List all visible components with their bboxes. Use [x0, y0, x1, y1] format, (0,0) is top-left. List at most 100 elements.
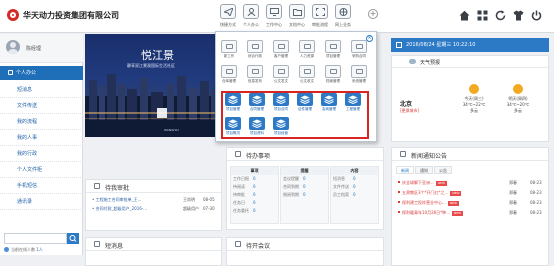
shirt-icon[interactable]	[513, 10, 525, 22]
app-new-work[interactable]: 新工作	[219, 40, 239, 60]
news-title[interactable]: 保利暖青年10月26日*种...	[402, 210, 450, 215]
todo-row[interactable]: 会议提醒 0	[281, 175, 328, 183]
quick-nav-online-business[interactable]: 网上业务	[332, 0, 354, 33]
change-city-link[interactable]: [更换城市]	[400, 108, 419, 114]
news-item[interactable]: 五肃教区3个*开门红*之... NEW 郑春 08-23	[398, 188, 546, 197]
app-warehouse[interactable]: 仓库管理	[219, 65, 239, 85]
todo-row[interactable]: 任务委托 0	[231, 207, 278, 215]
item-title[interactable]: • 工程施工合同审批单_王...	[92, 197, 141, 202]
power-icon[interactable]	[531, 10, 543, 22]
app-archive[interactable]: 档案管理	[323, 65, 343, 85]
app-label: 项目概况	[226, 131, 240, 135]
news-item[interactable]: 保利建工投炸营业中心... NEW 郑春 08-23	[398, 198, 546, 207]
news-title[interactable]: 五肃教区3个*开门红*之...	[402, 190, 448, 195]
app-info-publish[interactable]: 信息发布	[245, 65, 265, 85]
users-icon	[4, 247, 9, 252]
online-count[interactable]: 1人	[36, 247, 43, 252]
sidebar-item-messages[interactable]: 短消息	[0, 82, 83, 98]
todo-row[interactable]: 文件传送 0	[331, 183, 378, 191]
todo-row[interactable]: 合同到期 0	[281, 183, 328, 191]
todo-row[interactable]: 任务日 0	[231, 199, 278, 207]
item-title[interactable]: • 合同付款_超级用户_2016-...	[92, 206, 147, 211]
app-doc-send[interactable]: 公文发文	[271, 65, 291, 85]
list-item[interactable]: • 合同付款_超级用户_2016-... 超级用户 07-30	[92, 205, 220, 213]
todo-row[interactable]: 待审批 0	[231, 191, 278, 199]
app-project[interactable]: 项目管理	[323, 40, 343, 60]
news-title[interactable]: 保利建工投炸营业中心...	[402, 200, 446, 205]
app-crm[interactable]: 客户管理	[271, 40, 291, 60]
weather-title: 天气预报	[420, 60, 441, 66]
sidebar-item-my-hr[interactable]: 我的人事	[0, 130, 83, 146]
tab-announcement[interactable]: 公告	[434, 166, 452, 174]
app-label: 档案管理	[326, 79, 340, 83]
new-badge: NEW	[447, 201, 459, 206]
app-menu-popup: × 新工作 综合行政 客户管理 人力资源 项目管理 采购合同 仓库管理 信息发布…	[215, 31, 377, 142]
sidebar-item-sms[interactable]: 手机短信	[0, 178, 83, 194]
home-icon[interactable]	[459, 10, 471, 22]
app-icon	[225, 117, 241, 130]
app-negotiation[interactable]: 会商管理	[319, 93, 339, 113]
todo-row[interactable]: 员工档案 0	[331, 191, 378, 199]
sidebar-item-my-workflow[interactable]: 我的流程	[0, 114, 83, 130]
news-item[interactable]: 庆全球解下亚洲... NEW 郑春 08-23	[398, 178, 546, 187]
sidebar-item-my-admin[interactable]: 我的行政	[0, 146, 83, 162]
sidebar-item-contacts[interactable]: 通讯录	[0, 194, 83, 210]
app-icon	[221, 65, 237, 78]
app-icon	[297, 93, 313, 106]
panel-title: 短消息	[105, 243, 124, 250]
news-title[interactable]: 庆全球解下亚洲...	[402, 180, 434, 185]
app-icon	[273, 117, 289, 130]
sidebar-item-file-transfer[interactable]: 文件传送	[0, 98, 83, 114]
refresh-icon[interactable]	[495, 10, 507, 22]
monitor-icon	[266, 4, 282, 19]
list-item[interactable]: • 工程施工合同审批单_王... 王尚明 08-05	[92, 196, 220, 204]
avatar[interactable]	[6, 40, 20, 54]
quick-nav-personal[interactable]: 个人办公	[240, 0, 262, 33]
scan-icon	[312, 4, 328, 19]
search-button[interactable]	[67, 233, 79, 244]
tab-news[interactable]: 新闻	[396, 166, 414, 174]
app-icon	[247, 65, 263, 78]
app-project-docs[interactable]: 项目资料	[247, 117, 267, 137]
app-engineering[interactable]: 工程管理	[343, 93, 363, 113]
app-system[interactable]: 系统管理	[349, 65, 369, 85]
person-icon	[243, 4, 259, 19]
todo-row[interactable]: 短消息 0	[331, 175, 378, 183]
search-input[interactable]	[4, 233, 67, 244]
app-project-operation[interactable]: 项目经营	[271, 117, 291, 137]
app-project-overview[interactable]: 项目概况	[223, 117, 243, 137]
weather-header: 天气预报	[392, 56, 548, 68]
app-admin[interactable]: 综合行政	[245, 40, 265, 60]
promo-banner[interactable]: 悦江景 静享双江景观国际生活社区 WANGHAI	[85, 34, 222, 137]
panel-title: 待我审批	[105, 185, 130, 192]
todo-row[interactable]: 工作日报 0	[231, 175, 278, 183]
column-header: 提醒	[281, 167, 328, 175]
tab-notice[interactable]: 通知	[415, 166, 433, 174]
top-right-icons	[459, 10, 543, 22]
todo-row[interactable]: 待阅读 0	[231, 183, 278, 191]
grid-icon[interactable]	[477, 10, 489, 22]
todo-row[interactable]: 借阅到期 0	[281, 191, 328, 199]
sidebar-item-file-cabinet[interactable]: 个人文件柜	[0, 162, 83, 178]
app-certificate[interactable]: 证件管理	[295, 93, 315, 113]
quick-nav-shortcut[interactable]: 快捷方式	[217, 0, 239, 33]
app-icon	[321, 93, 337, 106]
quick-nav-documents[interactable]: 文档中心	[286, 0, 308, 33]
todo-column-content: 内容 短消息 0 文件传送 0 员工档案 0	[330, 166, 379, 224]
app-label: 项目管理	[226, 107, 240, 111]
sidebar-section-personal-office[interactable]: 个人办公	[0, 66, 83, 80]
app-doc-receive[interactable]: 公文收文	[297, 65, 317, 85]
app-hr[interactable]: 人力资源	[297, 40, 317, 60]
news-date: 08-23	[530, 200, 542, 205]
new-badge: NEW	[452, 211, 464, 216]
quick-nav-approval[interactable]: 审批流程	[309, 0, 331, 33]
sun-cloud-icon	[513, 84, 523, 94]
app-project-contract[interactable]: 项目合同	[271, 93, 291, 113]
add-shortcut-icon[interactable]: +	[368, 9, 378, 19]
app-project-mgmt[interactable]: 项目管理	[223, 93, 243, 113]
app-contract-mgmt[interactable]: 合同管理	[247, 93, 267, 113]
app-purchase[interactable]: 采购合同	[349, 40, 369, 60]
quick-nav-work-center[interactable]: 工作中心	[263, 0, 285, 33]
news-item[interactable]: 保利暖青年10月26日*种... NEW 郑春 08-23	[398, 208, 546, 217]
app-label: 公文发文	[274, 79, 288, 83]
